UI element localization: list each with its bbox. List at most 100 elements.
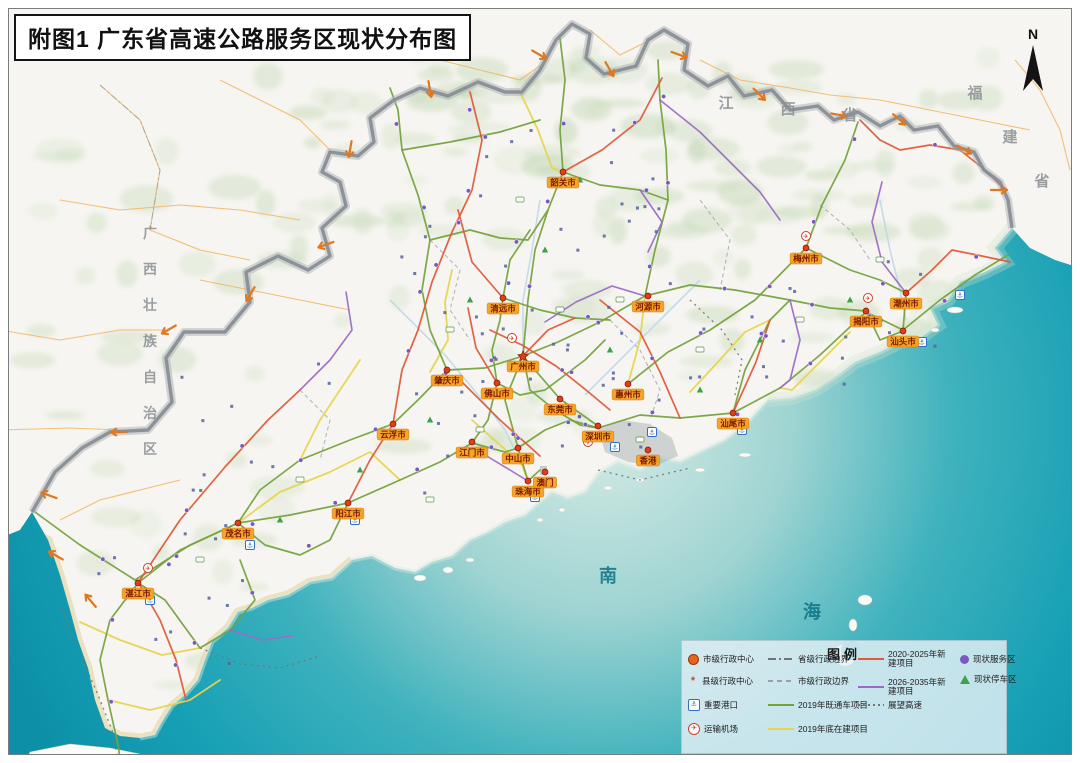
county-center-marker — [271, 465, 274, 468]
svg-text:✈: ✈ — [145, 565, 151, 572]
county-center-marker — [934, 345, 937, 348]
city-label: 广州市 — [510, 362, 536, 372]
county-center-marker — [201, 419, 204, 422]
legend-item-port: ⚓重要港口 — [688, 699, 738, 711]
legend-item-line-5: 2026-2035年新建项目 — [858, 681, 950, 693]
north-arrow-icon — [1018, 41, 1048, 97]
county-center-marker — [169, 630, 172, 633]
county-center-marker — [460, 391, 463, 394]
service-area-marker — [167, 562, 171, 566]
service-area-marker — [418, 290, 422, 294]
service-area-marker — [666, 181, 670, 185]
svg-text:✈: ✈ — [865, 295, 871, 302]
svg-text:⚓: ⚓ — [649, 430, 655, 437]
island — [537, 518, 543, 522]
city-label: 河源市 — [635, 302, 661, 312]
county-center-marker — [97, 572, 100, 575]
county-center-marker — [154, 638, 157, 641]
county-center-icon: * — [688, 677, 698, 686]
legend-item-line-1: 市级行政边界 — [768, 675, 849, 687]
service-area-marker — [596, 320, 600, 324]
legend-line-symbol — [858, 686, 884, 688]
map-legend: 图例 市级行政中心*县级行政中心⚓重要港口✈运输机场省级行政边界市级行政边界20… — [681, 640, 1007, 754]
county-center-marker — [328, 382, 331, 385]
county-center-marker — [651, 177, 654, 180]
service-area-marker — [468, 108, 472, 112]
county-center-marker — [888, 331, 891, 334]
island — [559, 508, 565, 512]
county-center-marker — [481, 380, 484, 383]
county-center-marker — [887, 260, 890, 263]
service-area-icon — [960, 655, 969, 664]
port-icon: ⚓ — [956, 291, 965, 300]
city-label: 中山市 — [505, 454, 531, 464]
county-center-marker — [612, 129, 615, 132]
north-label: N — [1018, 28, 1048, 41]
service-area-marker — [514, 240, 518, 244]
legend-item-line-3: 2019年底在建项目 — [768, 723, 868, 735]
island — [414, 575, 426, 581]
county-center-marker — [199, 489, 202, 492]
service-area-marker — [569, 370, 573, 374]
service-area-marker — [250, 591, 254, 595]
legend-item-service-area: 现状服务区 — [960, 653, 1016, 665]
service-area-marker — [406, 349, 410, 353]
service-area-marker — [511, 432, 515, 436]
service-area-marker — [644, 188, 648, 192]
city-label: 肇庆市 — [433, 376, 460, 386]
neighbor-label-jiangxi: 西 — [780, 101, 795, 118]
service-area-marker — [764, 334, 768, 338]
service-area-marker — [577, 414, 581, 418]
route-badge — [616, 297, 624, 302]
county-center-marker — [566, 348, 569, 351]
legend-item-airport: ✈运输机场 — [688, 723, 738, 735]
service-area-marker — [633, 120, 637, 124]
route-badge — [796, 317, 804, 322]
city-label: 清远市 — [490, 304, 516, 314]
port-icon: ⚓ — [246, 541, 255, 550]
legend-item-line-6: 展望高速 — [858, 699, 922, 711]
county-center-marker — [481, 332, 484, 335]
county-center-marker — [655, 230, 658, 233]
service-area-marker — [650, 356, 654, 360]
svg-text:✈: ✈ — [803, 233, 809, 240]
city-label: 梅州市 — [793, 254, 819, 264]
county-center-marker — [843, 383, 846, 386]
legend-item-line-2: 2019年既通车项目 — [768, 699, 868, 711]
service-area-marker — [561, 121, 565, 125]
figure-title-box: 附图1 广东省高速公路服务区现状分布图 — [14, 14, 471, 61]
service-area-marker — [648, 264, 652, 268]
county-center-marker — [423, 491, 426, 494]
county-center-marker — [531, 309, 534, 312]
city-label: 香港 — [638, 456, 657, 466]
service-area-marker — [250, 522, 254, 526]
county-center-marker — [765, 375, 768, 378]
county-center-marker — [576, 249, 579, 252]
service-area-marker — [415, 467, 419, 471]
island — [443, 567, 453, 573]
service-area-marker — [240, 444, 244, 448]
neighbor-label-guangxi: 西 — [143, 261, 157, 277]
airport-icon: ✈ — [688, 723, 700, 735]
city-label: 潮州市 — [892, 299, 919, 309]
legend-line-symbol — [768, 658, 794, 660]
service-area-marker — [767, 284, 771, 288]
service-area-marker — [422, 205, 426, 209]
county-center-marker — [702, 328, 705, 331]
svg-text:⚓: ⚓ — [957, 293, 963, 300]
service-area-marker — [192, 641, 196, 645]
neighbor-label-guangxi: 区 — [143, 441, 157, 457]
county-center-marker — [639, 445, 642, 448]
service-area-marker — [583, 422, 587, 426]
service-area-marker — [852, 137, 856, 141]
county-center-marker — [446, 454, 449, 457]
service-area-marker — [759, 331, 763, 335]
city-label: 澳门 — [536, 478, 553, 488]
service-area-marker — [812, 220, 816, 224]
county-center-marker — [479, 194, 482, 197]
county-center-marker — [485, 155, 488, 158]
service-area-marker — [566, 420, 570, 424]
route-badge — [636, 437, 644, 442]
county-center-marker — [192, 489, 195, 492]
county-center-marker — [504, 265, 507, 268]
